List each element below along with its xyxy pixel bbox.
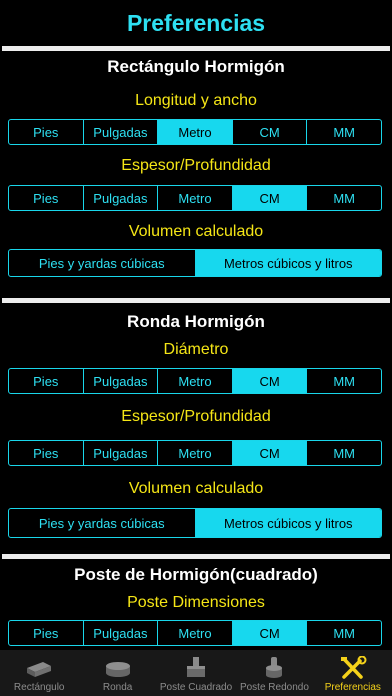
option-mm[interactable]: MM [306, 369, 381, 393]
tab-bar: Rectángulo Ronda Poste Cuadrado Poste Re… [0, 650, 392, 696]
slab-icon [27, 662, 52, 677]
segmented-espesor: Pies Pulgadas Metro CM MM [8, 185, 382, 211]
label-volumen: Volumen calculado [128, 480, 264, 497]
divider [2, 46, 390, 51]
option-mm[interactable]: MM [306, 621, 381, 645]
option-pulgadas[interactable]: Pulgadas [82, 621, 158, 645]
option-pies[interactable]: Pies [9, 621, 83, 645]
label-volumen: Volumen calculado [128, 223, 264, 240]
option-metros-litros[interactable]: Metros cúbicos y litros [194, 250, 381, 276]
tab-poste-redondo[interactable]: Poste Redondo [235, 650, 313, 696]
round-slab-icon [105, 662, 130, 677]
tab-rectangulo[interactable]: Rectángulo [0, 650, 78, 696]
segmented-volumen: Pies y yardas cúbicas Metros cúbicos y l… [8, 508, 382, 538]
option-pulgadas[interactable]: Pulgadas [82, 186, 158, 210]
section-title-poste-cuadrado: Poste de Hormigón(cuadrado) [74, 565, 318, 584]
option-pies[interactable]: Pies [9, 186, 83, 210]
option-pies[interactable]: Pies [9, 441, 83, 465]
label-espesor: Espesor/Profundidad [121, 408, 271, 425]
option-pulgadas[interactable]: Pulgadas [82, 441, 158, 465]
tab-poste-cuadrado[interactable]: Poste Cuadrado [157, 650, 235, 696]
section-title-ronda: Ronda Hormigón [127, 312, 265, 331]
segmented-diametro: Pies Pulgadas Metro CM MM [8, 368, 382, 394]
label-longitud-ancho: Longitud y ancho [135, 92, 257, 109]
tab-ronda[interactable]: Ronda [78, 650, 156, 696]
option-metros-litros[interactable]: Metros cúbicos y litros [194, 509, 381, 537]
option-mm[interactable]: MM [306, 120, 381, 144]
option-cm[interactable]: CM [231, 120, 307, 144]
option-pies-yardas[interactable]: Pies y yardas cúbicas [9, 509, 195, 537]
tab-label: Poste Redondo [239, 682, 309, 693]
option-pies[interactable]: Pies [9, 120, 83, 144]
segmented-poste-dimensiones: Pies Pulgadas Metro CM MM [8, 620, 382, 646]
option-metro[interactable]: Metro [157, 369, 232, 393]
label-diametro: Diámetro [163, 341, 229, 358]
option-cm[interactable]: CM [231, 369, 307, 393]
option-cm[interactable]: CM [231, 621, 307, 645]
divider [2, 554, 390, 559]
label-poste-dimensiones: Poste Dimensiones [127, 594, 265, 611]
segmented-longitud-ancho: Pies Pulgadas Metro CM MM [8, 119, 382, 145]
option-pulgadas[interactable]: Pulgadas [82, 120, 158, 144]
option-cm[interactable]: CM [231, 441, 307, 465]
option-metro[interactable]: Metro [157, 186, 232, 210]
tab-label: Preferencias [324, 682, 381, 693]
option-metro[interactable]: Metro [157, 441, 232, 465]
round-post-icon [266, 657, 283, 678]
option-pulgadas[interactable]: Pulgadas [82, 369, 158, 393]
tools-icon [340, 656, 367, 679]
option-pies-yardas[interactable]: Pies y yardas cúbicas [9, 250, 195, 276]
label-espesor: Espesor/Profundidad [121, 157, 271, 174]
tab-label: Ronda [102, 682, 133, 693]
option-pies[interactable]: Pies [9, 369, 83, 393]
tab-preferencias[interactable]: Preferencias [314, 650, 392, 696]
section-title-rectangulo: Rectángulo Hormigón [107, 57, 285, 76]
tab-label: Poste Cuadrado [159, 682, 233, 693]
option-mm[interactable]: MM [306, 441, 381, 465]
divider [2, 298, 390, 303]
segmented-volumen: Pies y yardas cúbicas Metros cúbicos y l… [8, 249, 382, 277]
option-mm[interactable]: MM [306, 186, 381, 210]
segmented-espesor: Pies Pulgadas Metro CM MM [8, 440, 382, 466]
tab-label: Rectángulo [13, 682, 65, 693]
page-title: Preferencias [126, 9, 266, 36]
option-cm[interactable]: CM [231, 186, 307, 210]
square-post-icon [187, 657, 206, 677]
option-metro[interactable]: Metro [157, 621, 232, 645]
option-metro[interactable]: Metro [157, 120, 232, 144]
